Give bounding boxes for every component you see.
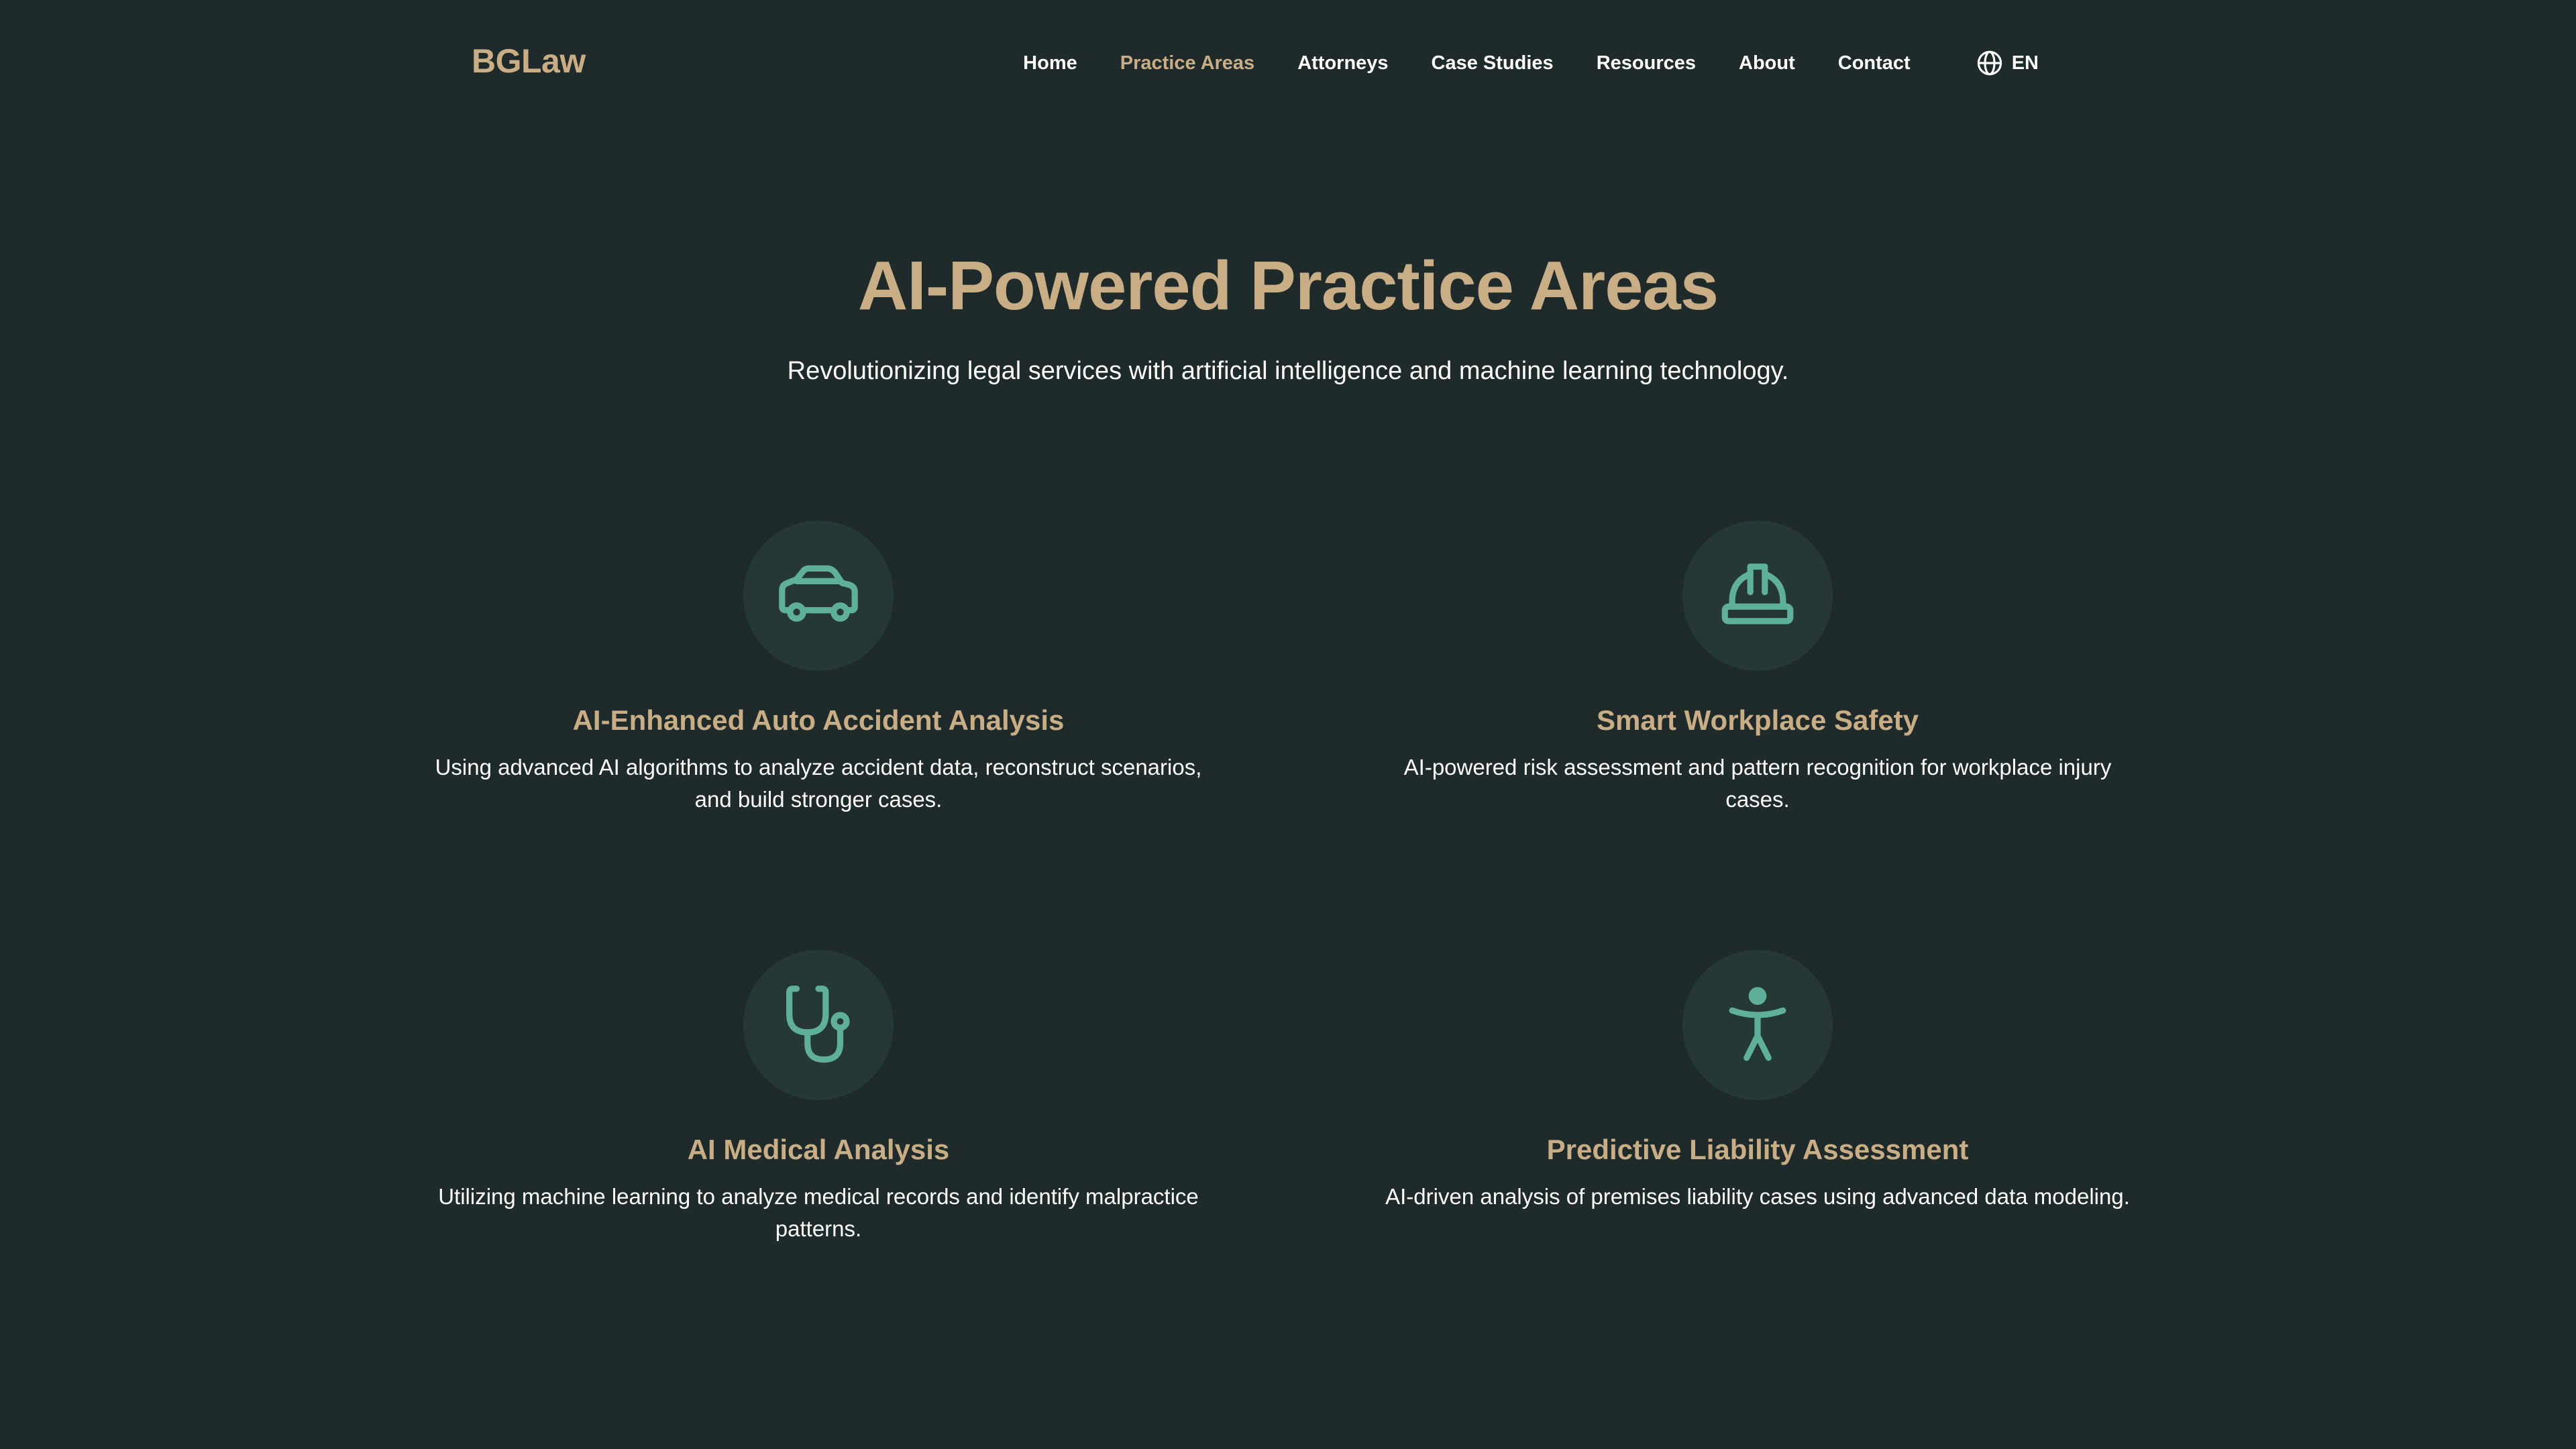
practice-area-card-medical-analysis[interactable]: AI Medical Analysis Utilizing machine le… [416, 950, 1221, 1245]
practice-area-title: Smart Workplace Safety [1596, 704, 1919, 736]
language-label: EN [2011, 52, 2039, 74]
globe-icon [1977, 50, 2002, 76]
car-icon [779, 565, 858, 622]
nav-link-contact[interactable]: Contact [1838, 52, 1911, 74]
hard-hat-icon [1721, 564, 1794, 625]
practice-area-title: AI-Enhanced Auto Accident Analysis [572, 704, 1065, 736]
stethoscope-icon [786, 985, 850, 1063]
icon-badge [1682, 950, 1833, 1100]
main-menu: Home Practice Areas Attorneys Case Studi… [1023, 49, 2039, 77]
nav-link-practice-areas[interactable]: Practice Areas [1120, 52, 1254, 74]
nav-link-attorneys[interactable]: Attorneys [1297, 52, 1388, 74]
practice-area-description: AI-driven analysis of premises liability… [1385, 1184, 2130, 1209]
icon-badge [743, 521, 894, 671]
language-selector[interactable]: EN [1976, 49, 2039, 77]
practice-area-card-auto-accident[interactable]: AI-Enhanced Auto Accident Analysis Using… [416, 521, 1221, 816]
practice-area-description: Utilizing machine learning to analyze me… [438, 1184, 1199, 1241]
nav-link-home[interactable]: Home [1023, 52, 1077, 74]
practice-area-description: AI-powered risk assessment and pattern r… [1403, 755, 2112, 812]
nav-link-resources[interactable]: Resources [1597, 52, 1696, 74]
page-title: AI-Powered Practice Areas [857, 247, 1719, 324]
practice-area-title: Predictive Liability Assessment [1546, 1134, 1969, 1165]
page-subtitle: Revolutionizing legal services with arti… [787, 357, 1789, 385]
practice-area-card-liability-assessment[interactable]: Predictive Liability Assessment AI-drive… [1355, 950, 2160, 1213]
practice-area-card-workplace-safety[interactable]: Smart Workplace Safety AI-powered risk a… [1355, 521, 2160, 816]
icon-badge [1682, 521, 1833, 671]
practice-area-description: Using advanced AI algorithms to analyze … [435, 755, 1202, 812]
nav-link-case-studies[interactable]: Case Studies [1432, 52, 1554, 74]
brand-logo[interactable]: BGLaw [472, 42, 586, 80]
nav-link-about[interactable]: About [1739, 52, 1795, 74]
top-navigation: BGLaw Home Practice Areas Attorneys Case… [0, 0, 2576, 129]
practice-area-title: AI Medical Analysis [687, 1134, 950, 1165]
icon-badge [743, 950, 894, 1100]
person-icon [1729, 987, 1786, 1061]
